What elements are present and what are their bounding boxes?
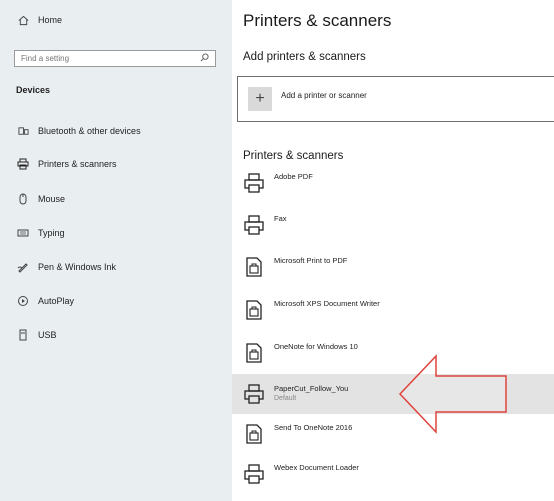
- printer-name: Webex Document Loader: [274, 463, 359, 472]
- search-placeholder: Find a setting: [21, 54, 70, 63]
- printer-name: Adobe PDF: [274, 172, 313, 181]
- document-printer-icon: [246, 300, 262, 320]
- printer-name: Send To OneNote 2016: [274, 423, 353, 432]
- sidebar-item-typing[interactable]: Typing: [16, 226, 65, 240]
- autoplay-icon: [16, 294, 30, 308]
- usb-icon: [16, 328, 30, 342]
- search-input[interactable]: Find a setting: [14, 50, 216, 67]
- printer-icon: [244, 173, 264, 193]
- sidebar-item-label: Mouse: [38, 194, 66, 204]
- sidebar-item-label: Typing: [38, 228, 65, 238]
- plus-icon: +: [248, 87, 272, 111]
- sidebar-item-usb[interactable]: USB: [16, 328, 57, 342]
- document-printer-icon: [246, 257, 262, 277]
- printer-icon: [244, 215, 264, 235]
- keyboard-icon: [16, 226, 30, 240]
- printer-row-adobe-pdf[interactable]: Adobe PDF: [232, 167, 554, 205]
- sidebar-item-label: Bluetooth & other devices: [38, 126, 141, 136]
- pen-icon: [16, 260, 30, 274]
- printer-name: PaperCut_Follow_You: [274, 384, 349, 393]
- sidebar-item-label: AutoPlay: [38, 296, 75, 306]
- add-section-heading: Add printers & scanners: [243, 51, 366, 63]
- printers-section-heading: Printers & scanners: [243, 150, 344, 162]
- sidebar-item-printers[interactable]: Printers & scanners: [16, 157, 117, 171]
- printer-name: OneNote for Windows 10: [274, 342, 358, 351]
- devices-section-heading: Devices: [16, 85, 51, 95]
- printer-name: Microsoft XPS Document Writer: [274, 299, 380, 308]
- printer-row-ms-xps-writer[interactable]: Microsoft XPS Document Writer: [232, 294, 554, 332]
- document-printer-icon: [246, 424, 262, 444]
- bluetooth-devices-icon: [16, 124, 30, 138]
- printer-icon: [16, 157, 30, 171]
- printer-name: Fax: [274, 214, 287, 223]
- sidebar-item-label: Pen & Windows Ink: [38, 262, 117, 272]
- add-printer-label: Add a printer or scanner: [281, 91, 367, 100]
- printer-icon: [244, 384, 264, 404]
- home-link[interactable]: Home: [16, 13, 62, 27]
- sidebar-item-bluetooth[interactable]: Bluetooth & other devices: [16, 124, 141, 138]
- printer-name: Microsoft Print to PDF: [274, 256, 348, 265]
- home-icon: [16, 13, 30, 27]
- sidebar-item-label: Printers & scanners: [38, 159, 117, 169]
- printer-icon: [244, 464, 264, 484]
- add-printer-button[interactable]: + Add a printer or scanner: [237, 76, 554, 122]
- printer-row-ms-print-to-pdf[interactable]: Microsoft Print to PDF: [232, 251, 554, 289]
- page-title: Printers & scanners: [243, 11, 392, 30]
- printer-row-webex[interactable]: Webex Document Loader: [232, 458, 554, 496]
- annotation-arrow-icon: [398, 354, 507, 434]
- sidebar-item-autoplay[interactable]: AutoPlay: [16, 294, 74, 308]
- home-label: Home: [38, 15, 63, 25]
- printer-status: Default: [274, 395, 297, 402]
- printer-row-fax[interactable]: Fax: [232, 209, 554, 247]
- sidebar: Home Find a setting Devices Bluetooth & …: [0, 0, 232, 501]
- sidebar-item-label: USB: [38, 330, 57, 340]
- search-icon[interactable]: [200, 53, 209, 64]
- document-printer-icon: [246, 343, 262, 363]
- sidebar-item-mouse[interactable]: Mouse: [16, 192, 65, 206]
- mouse-icon: [16, 192, 30, 206]
- sidebar-item-pen[interactable]: Pen & Windows Ink: [16, 260, 116, 274]
